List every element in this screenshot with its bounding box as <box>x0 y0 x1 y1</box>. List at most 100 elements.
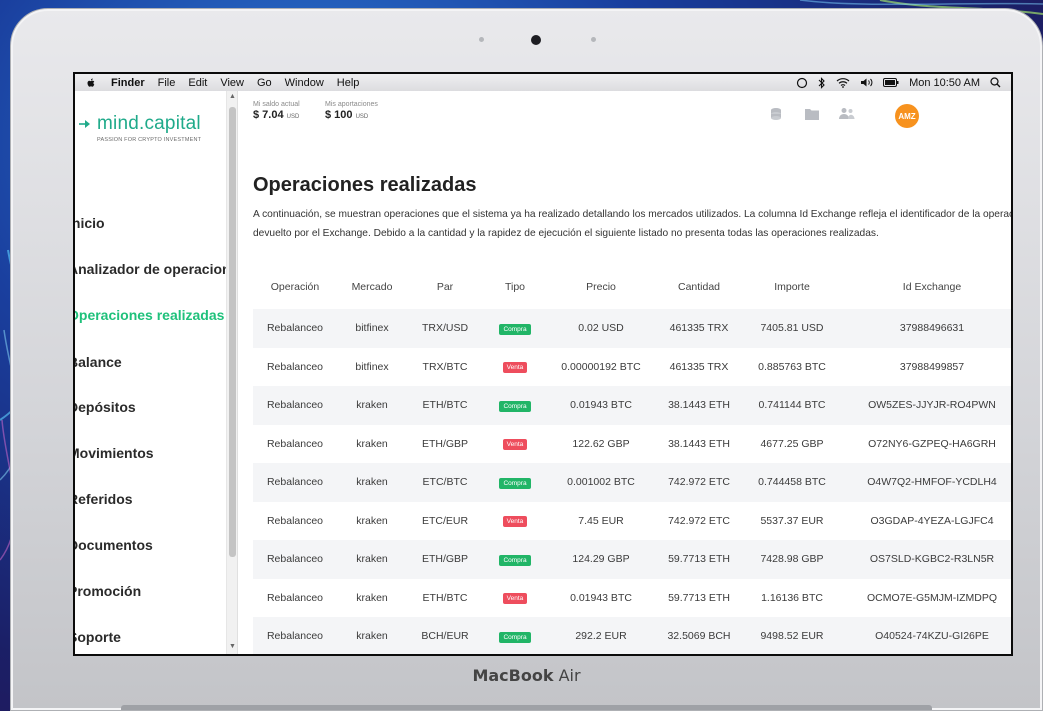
balance-label: Mi saldo actual <box>253 101 300 108</box>
cell-mercado: bitfinex <box>355 322 389 335</box>
menu-file[interactable]: File <box>158 77 176 89</box>
cell-importe: 0.885763 BTC <box>758 360 826 373</box>
col-header-id-exchange: Id Exchange <box>902 280 962 293</box>
wifi-icon[interactable] <box>836 77 850 88</box>
cell-cantidad: 461335 TRX <box>669 322 729 335</box>
table-row: Rebalanceo kraken ETH/GBP Venta 122.62 G… <box>253 425 1011 464</box>
type-badge-sell: Venta <box>502 516 528 528</box>
cell-par: TRX/USD <box>421 322 469 335</box>
mac-menubar: Finder File Edit View Go Window Help Mon… <box>75 74 1011 91</box>
type-badge-sell: Venta <box>502 593 528 605</box>
cell-mercado: kraken <box>356 437 388 450</box>
col-header-tipo: Tipo <box>504 280 526 293</box>
cell-cantidad: 32.5069 BCH <box>667 630 731 643</box>
cell-cantidad: 59.7713 ETH <box>668 553 730 566</box>
cell-operacion: Rebalanceo <box>266 322 324 335</box>
menu-app-name[interactable]: Finder <box>111 77 145 89</box>
cell-par: ETH/GBP <box>421 437 469 450</box>
laptop-frame: Finder File Edit View Go Window Help Mon… <box>10 8 1043 711</box>
cell-operacion: Rebalanceo <box>266 630 324 643</box>
cell-tipo: Venta <box>483 437 547 451</box>
user-avatar[interactable]: AMZ <box>895 104 919 128</box>
sidebar-item-documentos[interactable]: Documentos <box>75 537 153 553</box>
cell-id-exchange: O40524-74KZU-GI26PE <box>875 630 989 643</box>
cell-cantidad: 742.972 ETC <box>668 514 730 527</box>
type-badge-sell: Venta <box>502 362 528 374</box>
cell-mercado: bitfinex <box>355 360 389 373</box>
cell-mercado: kraken <box>356 399 388 412</box>
contributions-stat: Mis aportaciones $ 100 USD <box>325 101 378 121</box>
sidebar-item-referidos[interactable]: Referidos <box>75 491 133 507</box>
balance-value: $ 7.04 USD <box>253 109 300 121</box>
menubar-clock[interactable]: Mon 10:50 AM <box>909 77 980 89</box>
sidebar-item-operaciones[interactable]: Operaciones realizadas <box>75 307 224 323</box>
menu-view[interactable]: View <box>220 77 244 89</box>
cell-operacion: Rebalanceo <box>266 360 324 373</box>
type-badge-buy: Compra <box>499 400 531 412</box>
cell-importe: 0.744458 BTC <box>758 476 826 489</box>
sidebar-item-balance[interactable]: Balance <box>75 354 122 370</box>
apple-logo-icon[interactable] <box>85 77 97 89</box>
cell-mercado: kraken <box>356 476 388 489</box>
type-badge-buy: Compra <box>499 477 531 489</box>
col-header-precio: Precio <box>586 280 616 293</box>
page-description: A continuación, se muestran operaciones … <box>253 209 1011 239</box>
operations-table: Operación Mercado Par Tipo Precio Cantid… <box>253 264 1011 654</box>
volume-icon[interactable] <box>860 77 873 88</box>
sidebar-scrollbar-thumb[interactable] <box>229 107 236 557</box>
sidebar: mind.capital PASSION FOR CRYPTO INVESTME… <box>75 91 227 654</box>
table-row: Rebalanceo kraken ETH/BTC Venta 0.01943 … <box>253 579 1011 618</box>
search-icon[interactable] <box>990 77 1001 88</box>
table-header: Operación Mercado Par Tipo Precio Cantid… <box>253 264 1011 309</box>
cell-precio: 0.02 USD <box>578 322 624 335</box>
folder-icon[interactable] <box>805 107 819 120</box>
cell-id-exchange: OW5ZES-JJYJR-RO4PWN <box>868 399 996 412</box>
cell-tipo: Venta <box>483 591 547 605</box>
cell-mercado: kraken <box>356 553 388 566</box>
cell-cantidad: 461335 TRX <box>669 360 729 373</box>
users-icon[interactable] <box>839 107 855 120</box>
sidebar-item-promocion[interactable]: Promoción <box>75 583 141 599</box>
cell-cantidad: 59.7713 ETH <box>668 591 730 604</box>
cell-importe: 1.16136 BTC <box>761 591 823 604</box>
cell-tipo: Venta <box>483 514 547 528</box>
menu-edit[interactable]: Edit <box>188 77 207 89</box>
table-row: Rebalanceo kraken ETC/EUR Venta 7.45 EUR… <box>253 502 1011 541</box>
cell-precio: 292.2 EUR <box>575 630 627 643</box>
cell-tipo: Compra <box>483 399 547 412</box>
cell-par: ETC/EUR <box>421 514 469 527</box>
bezel-dot-left <box>479 37 484 42</box>
sidebar-item-movimientos[interactable]: Movimientos <box>75 445 154 461</box>
sidebar-scrollbar[interactable]: ▲ ▼ <box>227 91 238 654</box>
sidebar-item-analizador[interactable]: Analizador de operaciones <box>75 261 226 277</box>
sidebar-item-inicio[interactable]: Inicio <box>75 215 105 231</box>
cell-importe: 0.741144 BTC <box>758 399 826 412</box>
app-window: mind.capital PASSION FOR CRYPTO INVESTME… <box>75 91 1011 654</box>
col-header-importe: Importe <box>774 280 810 293</box>
brand-logo[interactable]: mind.capital PASSION FOR CRYPTO INVESTME… <box>79 113 201 143</box>
sidebar-item-soporte[interactable]: Soporte <box>75 629 121 645</box>
scroll-down-icon[interactable]: ▼ <box>229 643 236 651</box>
contributions-value: $ 100 USD <box>325 109 369 121</box>
logo-tagline: PASSION FOR CRYPTO INVESTMENT <box>97 137 202 143</box>
coins-icon[interactable] <box>769 107 783 121</box>
cell-precio: 122.62 GBP <box>572 437 630 450</box>
sidebar-item-depositos[interactable]: Depósitos <box>75 399 136 415</box>
cell-precio: 0.01943 BTC <box>570 399 632 412</box>
menu-window[interactable]: Window <box>285 77 324 89</box>
cell-id-exchange: OS7SLD-KGBC2-R3LN5R <box>869 553 995 566</box>
type-badge-buy: Compra <box>499 554 531 566</box>
menu-go[interactable]: Go <box>257 77 272 89</box>
scroll-up-icon[interactable]: ▲ <box>229 93 236 101</box>
cell-operacion: Rebalanceo <box>266 553 324 566</box>
col-header-operacion: Operación <box>270 280 320 293</box>
laptop-base-edge <box>121 705 932 710</box>
col-header-cantidad: Cantidad <box>677 280 721 293</box>
camera-icon <box>531 35 541 45</box>
battery-icon[interactable] <box>883 78 899 87</box>
cell-id-exchange: O3GDAP-4YEZA-LGJFC4 <box>870 514 994 527</box>
siri-icon[interactable] <box>796 77 808 89</box>
menu-help[interactable]: Help <box>337 77 360 89</box>
cell-operacion: Rebalanceo <box>266 476 324 489</box>
bluetooth-icon[interactable] <box>818 76 826 89</box>
